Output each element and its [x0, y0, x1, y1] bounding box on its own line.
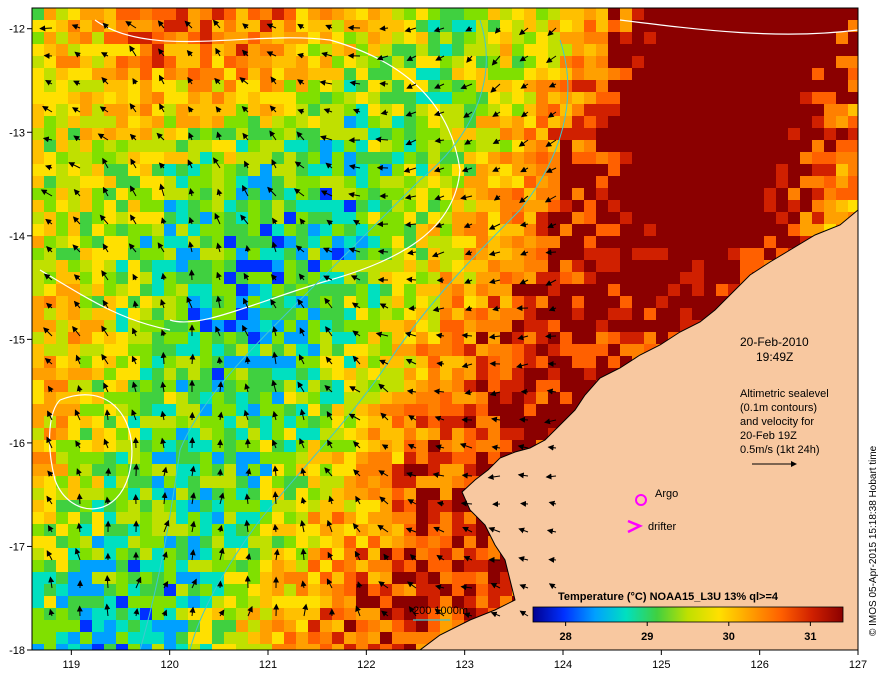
x-axis: 119 120 121 122 123 124 125 126 127 [63, 650, 867, 671]
altimetry-line-4: 20-Feb 19Z [740, 430, 797, 442]
x-tick-label: 125 [652, 659, 670, 671]
x-tick-label: 124 [554, 659, 572, 671]
y-tick-label: -12 [9, 24, 25, 36]
colorbar-tick-label: 28 [560, 631, 572, 643]
x-tick-label: 126 [750, 659, 768, 671]
altimetry-line-5: 0.5m/s (1kt 24h) [740, 444, 819, 456]
y-axis: -12 -13 -14 -15 -16 -17 -18 [9, 24, 32, 657]
colorbar-title: Temperature (°C) NOAA15_L3U 13% ql>=4 [558, 591, 779, 603]
drifter-label: drifter [648, 521, 676, 533]
time-label: 19:49Z [756, 350, 793, 364]
colorbar-tick-label: 30 [723, 631, 735, 643]
x-tick-label: 120 [160, 659, 178, 671]
y-tick-label: -17 [9, 541, 25, 553]
x-tick-label: 127 [849, 659, 867, 671]
y-tick-label: -16 [9, 438, 25, 450]
x-tick-label: 121 [259, 659, 277, 671]
altimetry-line-3: and velocity for [740, 416, 814, 428]
colorbar-tick-label: 29 [641, 631, 653, 643]
y-tick-label: -18 [9, 645, 25, 657]
x-tick-label: 119 [63, 659, 81, 671]
credit-label: © IMOS 05-Apr-2015 15:18:38 Hobart time [868, 445, 879, 636]
y-tick-label: -14 [9, 231, 25, 243]
map-plot-area [32, 8, 858, 650]
depth-label: 200 1000m [413, 605, 468, 617]
sst-map-figure: 119 120 121 122 123 124 125 126 127 -12 -13 -14 -15… [9, 7, 879, 671]
y-tick-label: -15 [9, 334, 25, 346]
x-tick-label: 123 [455, 659, 473, 671]
x-tick-label: 122 [357, 659, 375, 671]
colorbar-bar [532, 606, 844, 623]
altimetry-line-1: Altimetric sealevel [740, 388, 829, 400]
date-label: 20-Feb-2010 [740, 335, 809, 349]
altimetry-line-2: (0.1m contours) [740, 402, 817, 414]
colorbar-tick-label: 31 [804, 631, 816, 643]
y-tick-label: -13 [9, 127, 25, 139]
argo-label: Argo [655, 488, 678, 500]
